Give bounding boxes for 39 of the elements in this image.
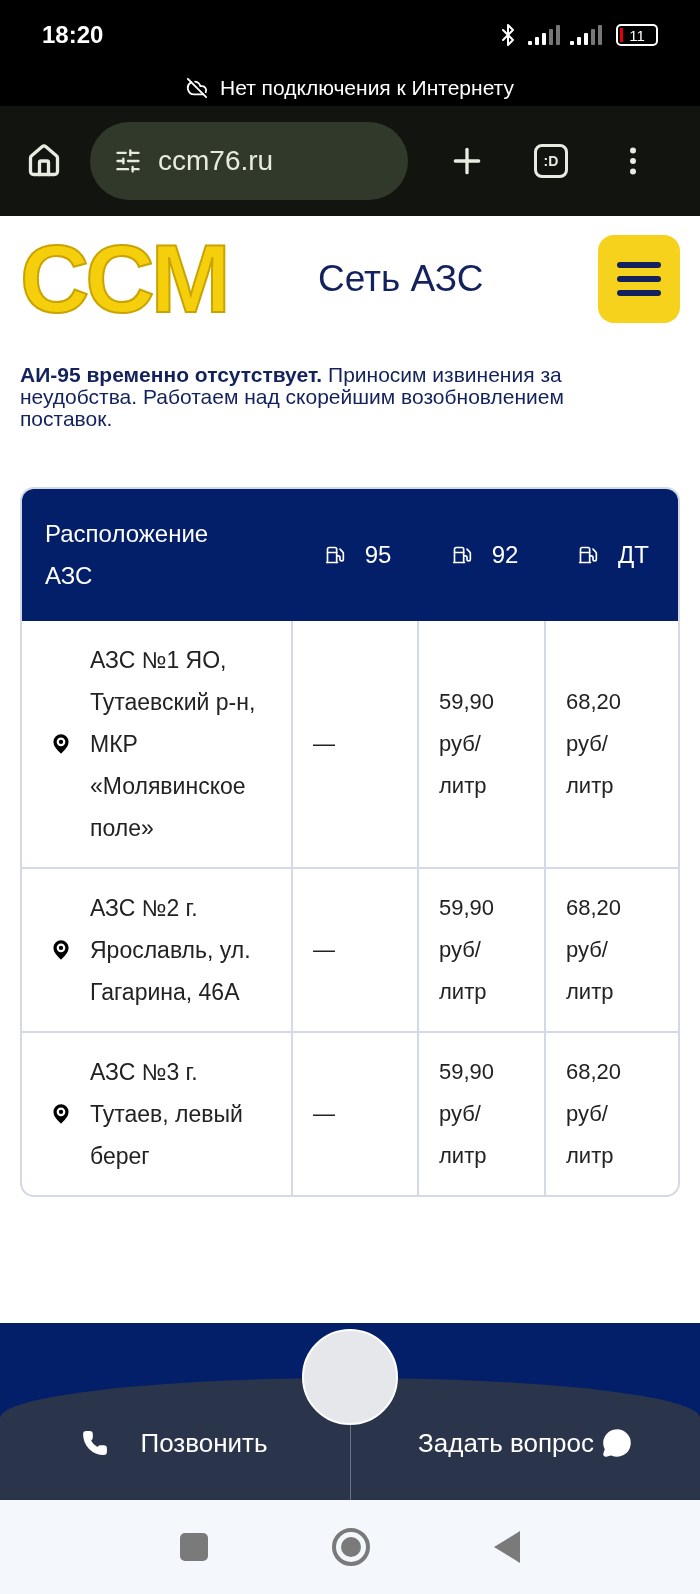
column-header: 92 [491,540,519,570]
offline-message: Нет подключения к Интернету [220,75,514,102]
column-header: Расположение АЗС [44,519,210,591]
status-time: 18:20 [42,20,104,50]
column-header: ДТ [618,540,649,570]
price-text: 59,90 руб/литр [439,1058,496,1170]
price-text: 59,90 руб/литр [439,894,496,1006]
fuel-pump-icon [578,545,599,565]
url-text: ccm76.ru [158,144,274,178]
price-text: — [313,1100,335,1128]
fuel-pump-icon [324,545,345,565]
location-text: АЗС №3 г. Тутаев, левый берег [90,1058,244,1171]
address-bar[interactable]: ccm76.ru [90,122,408,200]
call-button[interactable]: Позвонить [0,1418,350,1468]
price-text: — [313,730,335,758]
location-text: АЗС №2 г. Ярославль, ул. Гагарина, 46А [90,894,252,1007]
price-text: — [313,936,335,964]
column-header: 95 [364,540,392,570]
cloud-off-icon [186,77,208,99]
battery-icon: 11 [616,24,658,46]
tab-switcher[interactable]: :D [534,144,568,178]
price-text: 68,20 руб/литр [566,1058,623,1170]
fuel-pump-icon [451,545,472,565]
ask-question-button[interactable]: Задать вопрос [350,1418,700,1468]
signal-icon [528,25,562,45]
signal-icon [570,25,604,45]
back-icon[interactable] [494,1531,520,1563]
price-text: 68,20 руб/литр [566,688,623,800]
price-text: 59,90 руб/литр [439,688,496,800]
home-icon[interactable] [26,143,62,179]
recents-icon[interactable] [180,1533,208,1561]
notice-text: АИ-95 временно отсутствует. Приносим извинения за неудобства. Работаем над скорейшим возобновлением поставок. [20,364,565,430]
site-title: Сеть АЗС [318,256,484,301]
site-settings-icon[interactable] [114,147,142,175]
phone-icon [82,1430,109,1456]
home-nav-icon[interactable] [332,1528,370,1566]
menu-button[interactable] [598,234,680,323]
location-text: АЗС №1 ЯО, Тутаевский р-н, МКР «Молявинское поле» [90,646,257,843]
price-text: 68,20 руб/литр [566,894,623,1006]
